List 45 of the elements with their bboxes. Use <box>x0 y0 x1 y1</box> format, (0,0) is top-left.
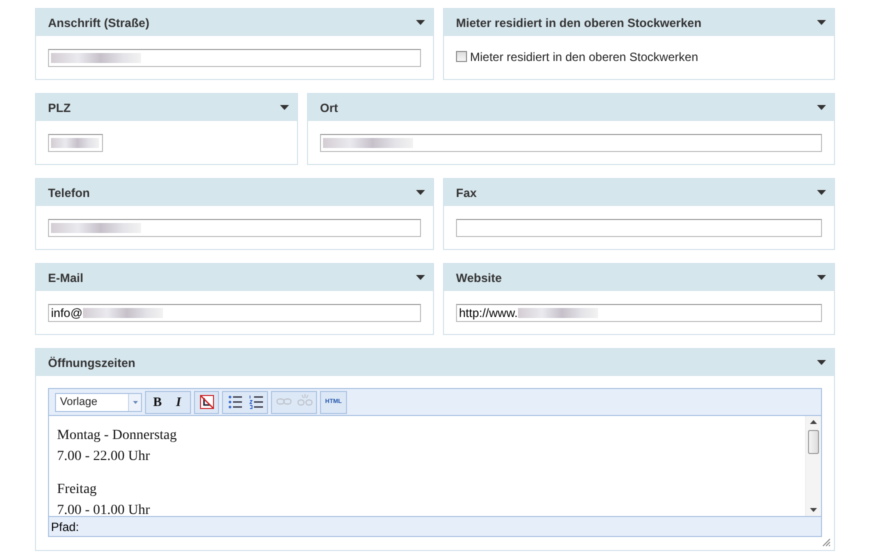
panel-title: Öffnungszeiten <box>48 356 136 370</box>
checkbox[interactable] <box>456 51 467 62</box>
dropdown-arrow-icon <box>416 190 425 195</box>
text-line: 7.00 - 22.00 Uhr <box>57 448 151 466</box>
text-line: Freitag <box>57 481 98 499</box>
text-input[interactable] <box>48 48 421 66</box>
format-dropdown[interactable]: Vorlage <box>55 392 142 412</box>
panel-title: Website <box>456 270 502 284</box>
dropdown-arrow-icon <box>817 105 826 110</box>
panel-title: Fax <box>456 186 477 200</box>
panel-title: Mieter residiert in den oberen Stockwerken <box>456 16 702 30</box>
panel-title: Telefon <box>48 186 90 200</box>
dropdown-arrow-icon <box>132 400 138 404</box>
scroll-down-icon <box>810 508 817 512</box>
dropdown-arrow-icon <box>817 360 826 365</box>
dropdown-arrow-icon <box>416 20 425 25</box>
bullet-list-icon <box>226 394 242 410</box>
text-input[interactable] <box>456 218 822 236</box>
text-line: 7.00 - 01.00 Uhr <box>57 502 151 516</box>
vertical-scrollbar[interactable] <box>805 416 821 516</box>
resize-grip-icon <box>822 538 831 547</box>
dropdown-arrow-icon <box>817 190 826 195</box>
dropdown-arrow-icon <box>817 275 826 280</box>
scrollbar-thumb[interactable] <box>808 430 819 454</box>
text-input[interactable]: http://www. <box>456 304 822 322</box>
redacted-text-placeholder <box>51 138 99 148</box>
dropdown-arrow-icon <box>817 20 826 25</box>
panel-title: PLZ <box>48 100 71 114</box>
panel-title: Ort <box>320 100 338 114</box>
text-input[interactable] <box>48 218 421 236</box>
text-input[interactable] <box>48 134 103 152</box>
bold-button[interactable]: B <box>147 392 168 412</box>
dropdown-arrow-icon <box>416 275 425 280</box>
checkbox-label[interactable]: Mieter residiert in den oberen Stockwerken <box>470 50 698 64</box>
italic-button[interactable]: I <box>168 392 189 412</box>
text-input[interactable]: info@ <box>48 304 421 322</box>
path-label: Pfad: <box>51 520 80 534</box>
dropdown-arrow-icon <box>280 105 289 110</box>
scroll-up-icon <box>810 420 817 424</box>
panel-title: Anschrift (Straße) <box>48 16 150 30</box>
text-input[interactable] <box>320 134 822 152</box>
clear-formatting-icon <box>198 394 214 410</box>
text-line: Montag - Donnerstag <box>57 427 178 445</box>
panel-title: E-Mail <box>48 270 84 284</box>
numbered-list-icon <box>248 394 264 410</box>
